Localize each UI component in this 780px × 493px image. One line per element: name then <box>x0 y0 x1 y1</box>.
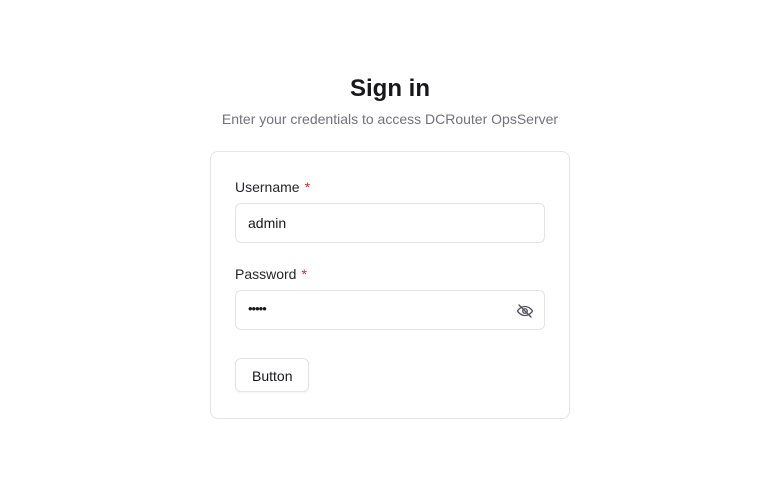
username-value: admin <box>248 215 287 231</box>
required-marker: * <box>301 266 307 282</box>
password-value: ••••• <box>248 301 267 316</box>
password-label-text: Password <box>235 266 297 282</box>
page-subtitle: Enter your credentials to access DCRoute… <box>221 111 559 127</box>
submit-button[interactable]: Button <box>235 358 310 392</box>
login-page: Sign in Enter your credentials to access… <box>0 0 780 493</box>
username-label: Username * <box>235 178 310 196</box>
username-label-text: Username <box>235 179 300 195</box>
password-input[interactable]: ••••• <box>235 290 545 330</box>
required-marker: * <box>304 179 311 195</box>
page-title: Sign in <box>350 75 430 102</box>
username-input[interactable]: admin <box>235 203 545 243</box>
eye-off-icon[interactable] <box>516 302 534 320</box>
password-label: Password * <box>235 265 307 283</box>
login-card: Username * admin Password * ••••• Button <box>210 151 570 419</box>
